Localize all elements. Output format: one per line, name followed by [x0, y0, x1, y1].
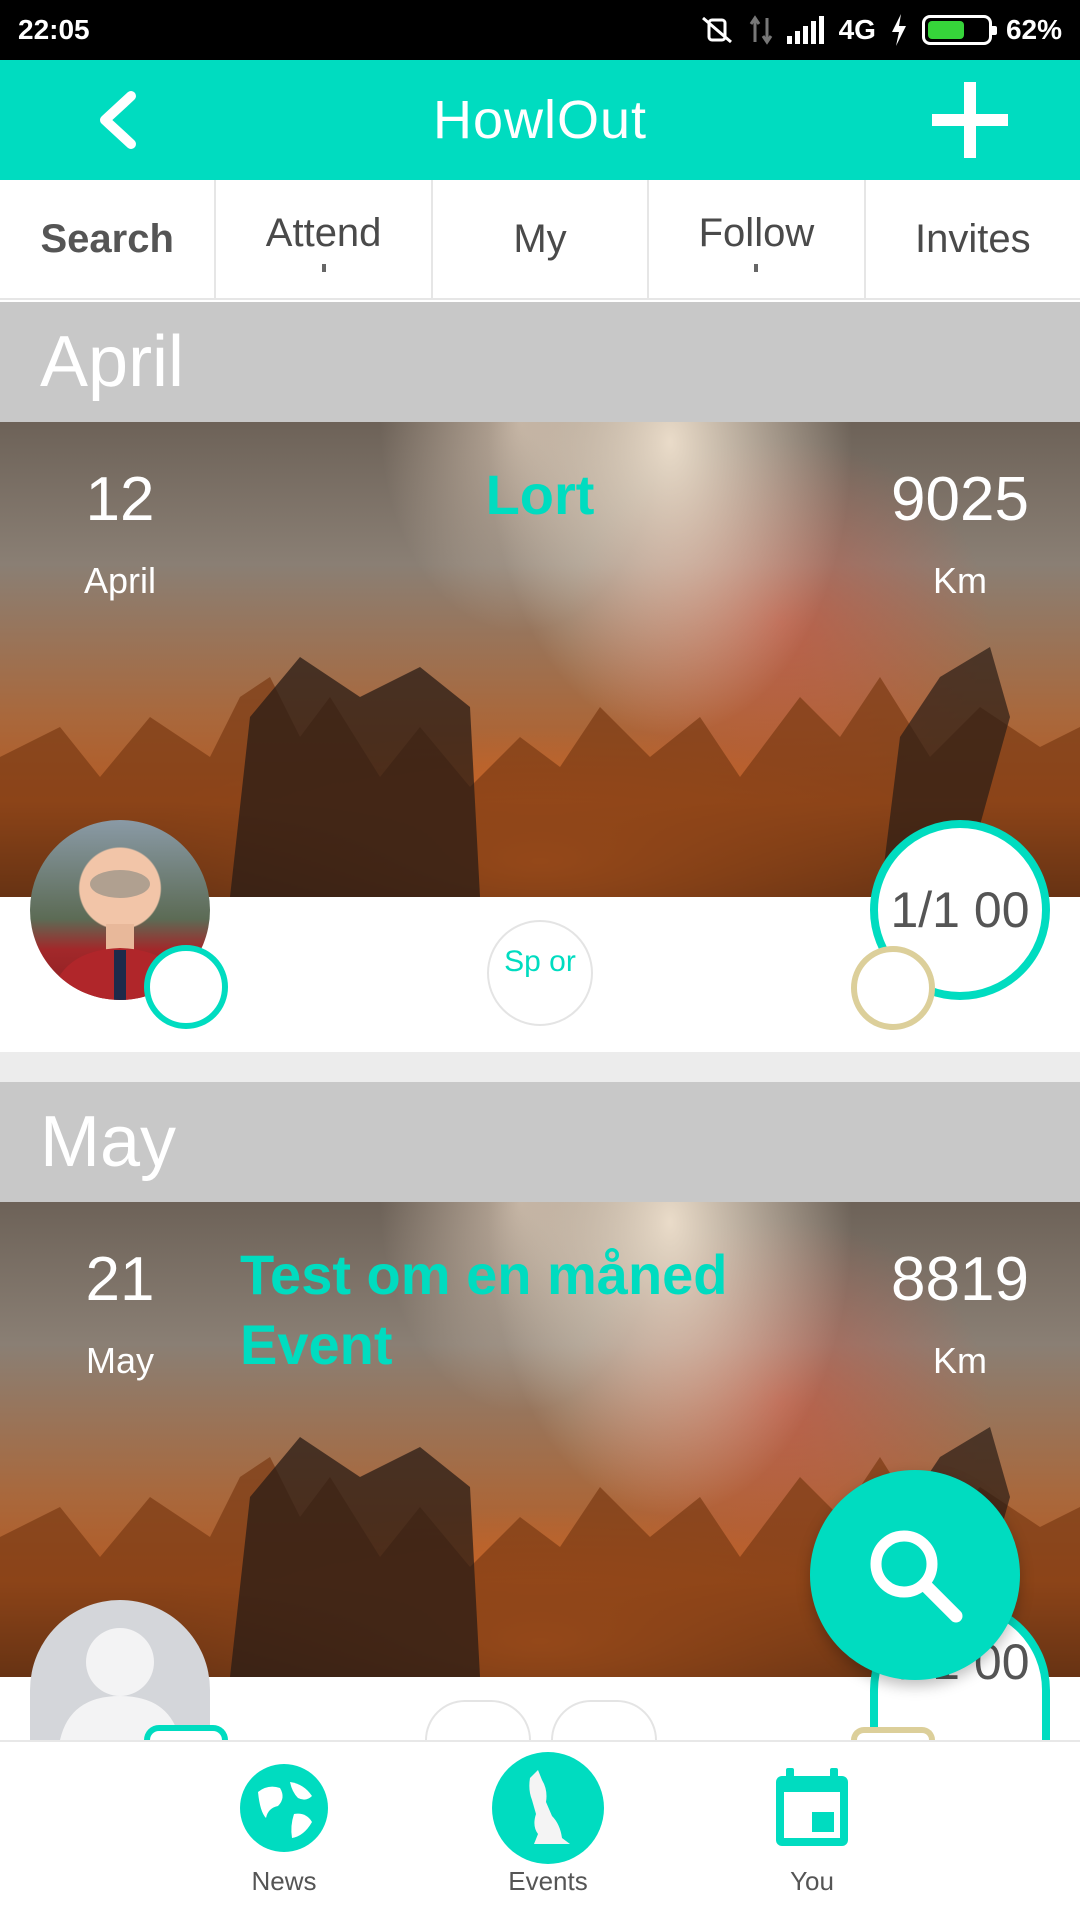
nav-you[interactable]: You — [732, 1762, 892, 1897]
bottom-navigation: News Events You — [0, 1740, 1080, 1920]
status-time: 22:05 — [18, 14, 90, 45]
back-button[interactable] — [80, 82, 156, 158]
nav-label: You — [790, 1866, 834, 1896]
app-bar: HowlOut — [0, 60, 1080, 180]
event-distance: 8819 — [891, 1245, 1029, 1314]
event-card-image[interactable]: 12 April Lort 9025 Km — [0, 422, 1080, 897]
vibrate-off-icon — [701, 16, 732, 44]
tab-indicator-dot — [321, 264, 326, 272]
status-ring — [851, 946, 935, 1030]
capacity-label: 1/1 00 — [890, 882, 1030, 938]
tab-attend[interactable]: Attend — [216, 180, 433, 298]
battery-percent: 62% — [1005, 14, 1062, 45]
add-event-button[interactable] — [930, 80, 1010, 160]
calendar-icon — [766, 1762, 858, 1854]
tab-invites[interactable]: Invites — [866, 180, 1080, 298]
tab-label: My — [513, 216, 567, 261]
search-fab[interactable] — [810, 1470, 1020, 1680]
tab-indicator-dot — [754, 264, 759, 272]
nav-label: Events — [508, 1866, 588, 1896]
tab-label: Follow — [698, 210, 815, 255]
event-day: 21 — [85, 1245, 155, 1314]
event-month: May — [85, 1340, 154, 1381]
nav-label: News — [251, 1866, 317, 1896]
app-title: HowlOut — [432, 90, 648, 150]
event-month: April — [83, 560, 157, 601]
signal-icon — [786, 16, 824, 44]
status-icons: 4G 62% — [699, 14, 1062, 46]
status-ring — [851, 1727, 935, 1740]
sport-chip[interactable]: Sp or — [487, 920, 593, 1026]
nav-events[interactable]: Events — [468, 1750, 628, 1897]
battery-icon — [921, 15, 997, 45]
filter-tabs: Search Attend My Follow Invites — [0, 180, 1080, 300]
sport-chip-label: Sp or — [504, 945, 576, 978]
event-day: 12 — [85, 465, 155, 534]
chevron-left-icon — [100, 91, 136, 149]
month-header: May — [0, 1082, 1080, 1202]
data-arrows-icon — [749, 15, 772, 45]
tab-my[interactable]: My — [433, 180, 650, 298]
globe-icon — [238, 1762, 330, 1854]
nav-news[interactable]: News — [204, 1762, 364, 1897]
host-badge-ring — [144, 1725, 228, 1740]
tab-search[interactable]: Search — [0, 180, 217, 298]
charging-icon — [891, 14, 906, 46]
tab-label: Search — [40, 216, 174, 261]
search-icon — [870, 1530, 963, 1623]
tab-label: Invites — [915, 216, 1031, 261]
section-divider — [0, 1052, 1080, 1082]
tab-follow[interactable]: Follow — [649, 180, 866, 298]
event-distance-unit: Km — [933, 1340, 987, 1381]
host-badge-ring — [144, 945, 228, 1029]
event-title: Lort — [485, 463, 595, 526]
wolf-icon — [490, 1750, 606, 1866]
tab-label: Attend — [265, 210, 382, 255]
event-distance-unit: Km — [933, 560, 987, 601]
network-type: 4G — [838, 14, 876, 45]
month-header: April — [0, 302, 1080, 422]
status-bar: 22:05 4G 62% — [0, 0, 1080, 60]
event-title: Test om en måned Event — [240, 1243, 728, 1376]
event-distance: 9025 — [891, 465, 1029, 534]
plus-icon — [932, 82, 1008, 158]
